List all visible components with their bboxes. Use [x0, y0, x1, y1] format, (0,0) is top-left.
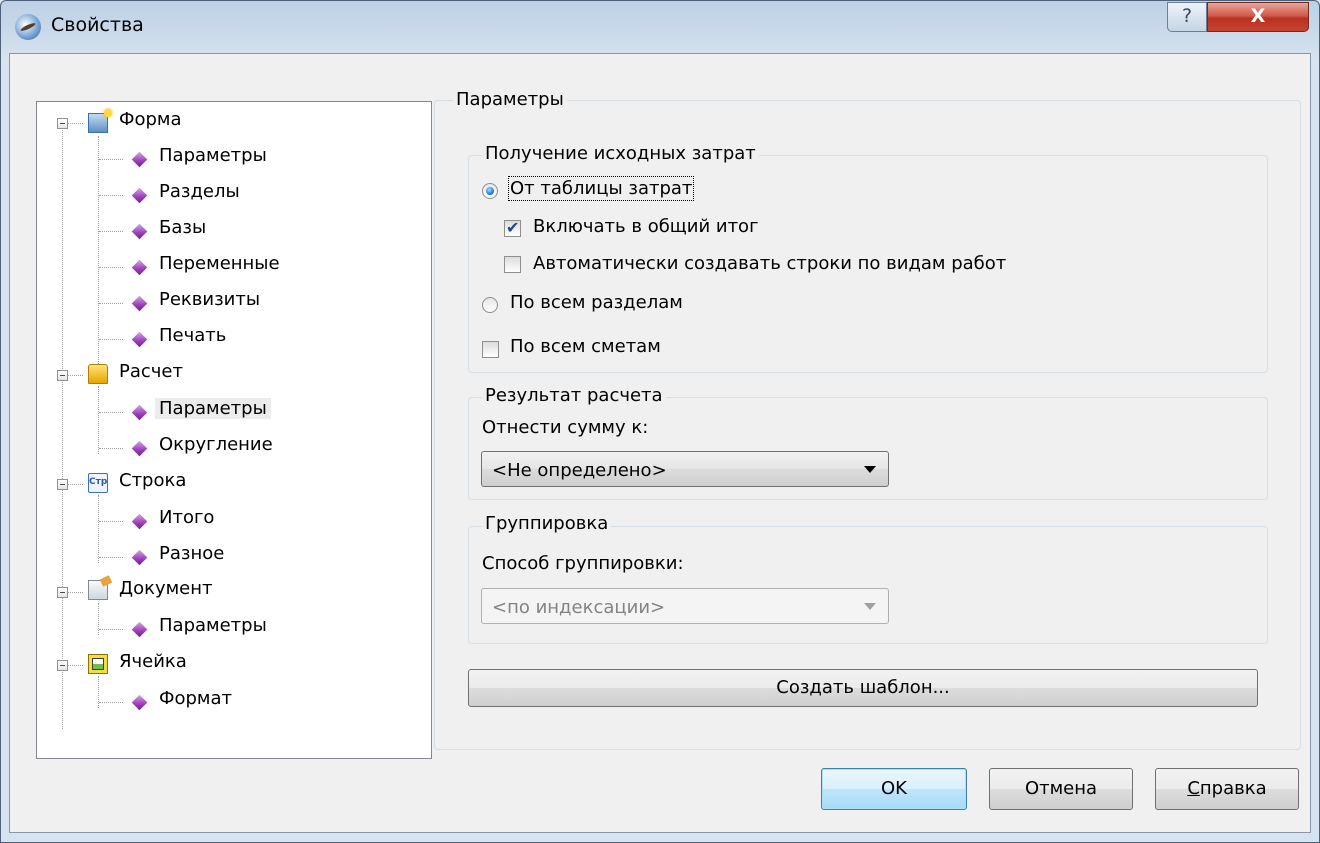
all-estimates-checkbox[interactable] [482, 341, 499, 358]
title-bar[interactable]: Свойства ? X [1, 1, 1319, 53]
diamond-icon [131, 404, 148, 421]
diamond-icon [131, 187, 148, 204]
auto-rows-checkbox[interactable] [504, 256, 521, 273]
help-button[interactable]: Справка [1155, 768, 1299, 810]
collapse-forma-icon[interactable] [57, 118, 68, 129]
diamond-icon [131, 331, 148, 348]
source-costs-title: Получение исходных затрат [482, 143, 759, 164]
tree-root-line [62, 128, 63, 729]
collapse-document-icon[interactable] [57, 587, 68, 598]
dropdown-arrow-icon [864, 466, 876, 473]
properties-dialog: Свойства ? X Форма Параметры Разделы Баз… [0, 0, 1320, 843]
result-group-title: Результат расчета [482, 385, 666, 406]
diamond-icon [131, 513, 148, 530]
close-button[interactable]: X [1207, 2, 1309, 32]
grouping-method-combo[interactable]: <по индексации> [481, 588, 889, 624]
assign-sum-value: <Не определено> [492, 460, 667, 481]
diamond-icon [131, 440, 148, 457]
diamond-icon [131, 223, 148, 240]
diamond-icon [131, 549, 148, 566]
include-total-label[interactable]: Включать в общий итог [533, 216, 759, 237]
include-total-checkbox[interactable] [504, 218, 521, 237]
tree-branch-line-raschet [98, 386, 99, 454]
collapse-raschet-icon[interactable] [57, 370, 68, 381]
auto-rows-label[interactable]: Автоматически создавать строки по видам … [533, 253, 1006, 274]
assign-sum-combo[interactable]: <Не определено> [481, 451, 889, 487]
ok-button[interactable]: OK [821, 768, 967, 810]
close-icon: X [1250, 5, 1266, 27]
assign-sum-label: Отнести сумму к: [482, 417, 649, 438]
grouping-group-title: Группировка [482, 513, 612, 534]
all-estimates-label[interactable]: По всем сметам [510, 336, 661, 357]
grouping-method-label: Способ группировки: [482, 553, 684, 574]
params-group-title: Параметры [453, 89, 567, 110]
question-mark-icon: ? [1181, 5, 1193, 27]
cancel-button[interactable]: Отмена [989, 768, 1133, 810]
window-title: Свойства [51, 14, 144, 36]
dropdown-arrow-icon [864, 603, 876, 610]
dialog-body: Форма Параметры Разделы Базы Переменные … [9, 53, 1311, 833]
coins-icon [88, 364, 108, 384]
collapse-stroka-icon[interactable] [57, 479, 68, 490]
help-title-button[interactable]: ? [1167, 2, 1207, 32]
diamond-icon [131, 295, 148, 312]
document-icon [88, 580, 108, 600]
tree-branch-line-cell [98, 676, 99, 708]
diamond-icon [131, 259, 148, 276]
form-icon [88, 109, 112, 133]
row-icon: Стр [88, 473, 108, 493]
collapse-cell-icon[interactable] [57, 660, 68, 671]
diamond-icon [131, 151, 148, 168]
settings-tree[interactable]: Форма Параметры Разделы Базы Переменные … [36, 101, 432, 759]
tree-branch-line-forma [98, 136, 99, 364]
all-sections-radio[interactable] [482, 297, 498, 313]
help-button-mnemonic: С [1187, 778, 1200, 799]
help-button-label: правка [1199, 778, 1267, 799]
tree-branch-line-document [98, 603, 99, 635]
from-table-radio[interactable] [482, 183, 498, 199]
create-template-button[interactable]: Создать шаблон... [468, 669, 1258, 707]
from-table-label[interactable]: От таблицы затрат [507, 176, 695, 201]
cell-icon [88, 654, 108, 674]
diamond-icon [131, 621, 148, 638]
all-sections-label[interactable]: По всем разделам [510, 292, 683, 313]
diamond-icon [131, 694, 148, 711]
app-icon [15, 14, 41, 40]
tree-branch-line-stroka [98, 495, 99, 563]
grouping-group [468, 526, 1268, 644]
grouping-method-value: <по индексации> [492, 597, 666, 618]
